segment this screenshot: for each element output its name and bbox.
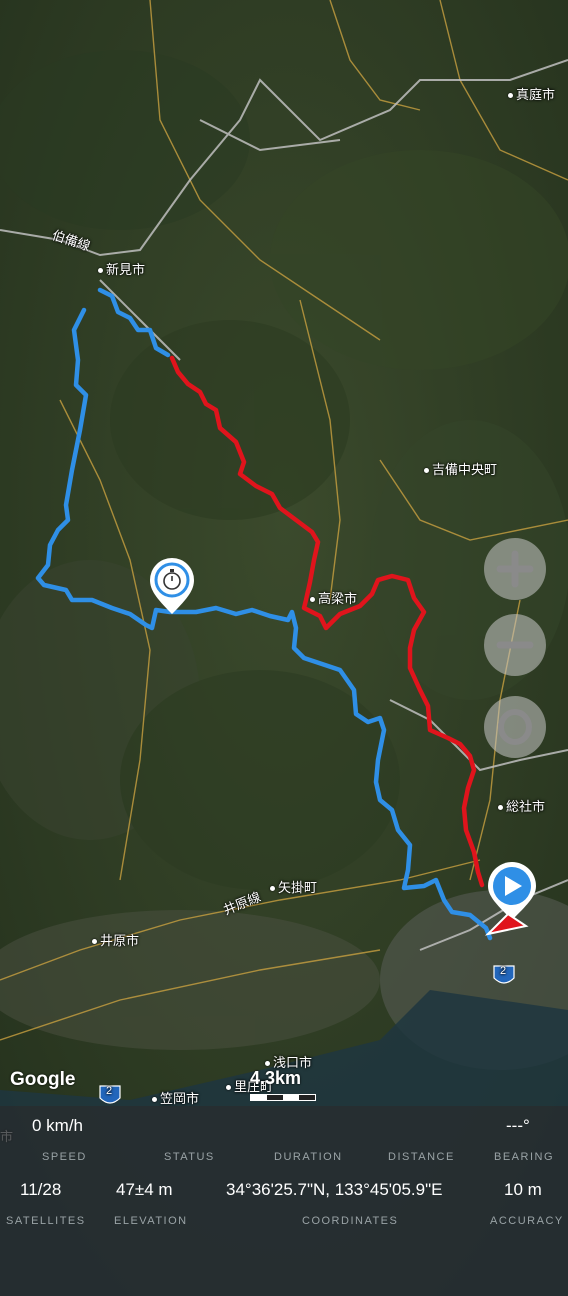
bearing-value: ---° (506, 1116, 530, 1135)
place-dot-icon (498, 805, 503, 811)
coordinates-label: COORDINATES (302, 1215, 399, 1227)
elevation-label: ELEVATION (114, 1215, 188, 1227)
place-dot-icon (508, 93, 513, 99)
elevation-value: 47±4 m (116, 1180, 173, 1199)
speed-value: 0 km/h (32, 1116, 84, 1135)
stats-panel: 0 km/h ---° SPEED STATUS DURATION DISTAN… (0, 1106, 568, 1296)
speed-label: SPEED (42, 1151, 87, 1163)
road-shield-number: 2 (500, 965, 507, 977)
place-label: 井原市 (92, 930, 139, 949)
place-dot-icon (98, 268, 103, 274)
coordinates-value: 34°36'25.7"N, 133°45'05.9"E (226, 1180, 443, 1199)
google-attribution: Google (10, 1069, 76, 1090)
place-label: 総社市 (498, 796, 545, 815)
place-dot-icon (310, 597, 315, 603)
locate-button[interactable] (484, 696, 546, 758)
place-dot-icon (270, 886, 275, 892)
zoom-in-button[interactable] (484, 538, 546, 600)
satellites-label: SATELLITES (6, 1215, 86, 1227)
place-label: 矢掛町 (270, 877, 317, 896)
place-label: 新見市 (98, 259, 145, 278)
minus-icon (496, 641, 534, 649)
plus-icon (496, 550, 534, 588)
duration-label: DURATION (274, 1151, 343, 1163)
distance-label: DISTANCE (388, 1151, 455, 1163)
bearing-label: BEARING (494, 1151, 555, 1163)
place-label: 高梁市 (310, 588, 357, 607)
place-dot-icon (226, 1085, 231, 1091)
scale-bar (250, 1094, 316, 1101)
accuracy-value: 10 m (504, 1180, 542, 1199)
place-label: 真庭市 (508, 84, 555, 103)
locate-circle-icon (498, 709, 532, 745)
satellites-value: 11/28 (20, 1180, 62, 1199)
status-label: STATUS (164, 1151, 215, 1163)
road-shield-number-2: 2 (106, 1085, 113, 1097)
scale-label: 4.3km (250, 1068, 302, 1088)
place-dot-icon (92, 939, 97, 945)
place-dot-icon (265, 1061, 270, 1067)
place-dot-icon (152, 1097, 157, 1103)
place-label: 笠岡市 (152, 1088, 199, 1107)
accuracy-label: ACCURACY (490, 1215, 564, 1227)
place-label: 吉備中央町 (424, 459, 497, 478)
satellite-map[interactable] (0, 0, 568, 1296)
zoom-out-button[interactable] (484, 614, 546, 676)
place-dot-icon (424, 468, 429, 474)
